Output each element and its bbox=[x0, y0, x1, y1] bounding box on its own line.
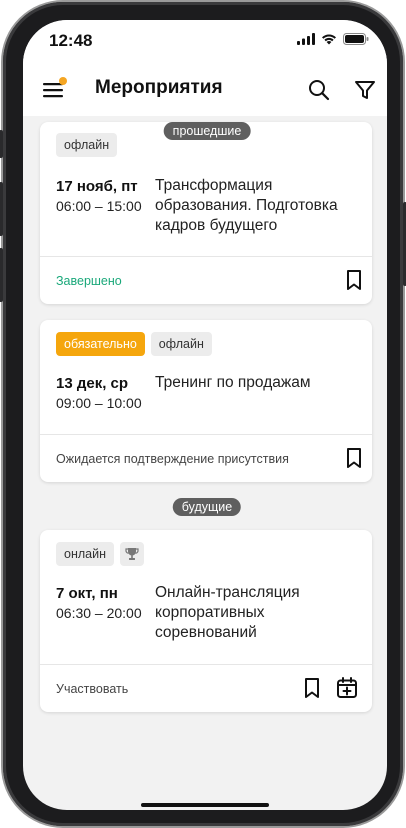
bookmark-button[interactable] bbox=[342, 268, 366, 292]
event-hours: 06:30 – 20:00 bbox=[56, 605, 142, 621]
event-hours: 06:00 – 15:00 bbox=[56, 198, 142, 214]
signal-icon bbox=[297, 33, 315, 45]
event-hours: 09:00 – 10:00 bbox=[56, 395, 142, 411]
bookmark-icon bbox=[347, 448, 361, 468]
mute-switch bbox=[0, 130, 3, 158]
bookmark-button[interactable] bbox=[300, 676, 324, 700]
event-date: 7 окт, пн bbox=[56, 585, 118, 602]
status-time: 12:48 bbox=[49, 31, 93, 50]
event-title[interactable]: Онлайн-трансляция корпоративных соревнов… bbox=[155, 583, 360, 643]
page-title: Мероприятия bbox=[95, 77, 223, 98]
event-status: Ожидается подтверждение присутствия bbox=[56, 452, 289, 466]
bookmark-icon bbox=[305, 678, 319, 698]
event-title[interactable]: Тренинг по продажам bbox=[155, 373, 360, 393]
tag-online: онлайн bbox=[56, 542, 114, 566]
volume-down-button bbox=[0, 248, 3, 302]
event-tags: обязательно офлайн bbox=[56, 332, 212, 356]
event-card[interactable]: обязательно офлайн 13 дек, ср 09:00 – 10… bbox=[40, 320, 372, 482]
home-indicator[interactable] bbox=[141, 803, 269, 807]
card-divider bbox=[40, 664, 372, 665]
notification-dot bbox=[59, 77, 67, 85]
participate-link[interactable]: Участвовать bbox=[56, 682, 128, 696]
event-status: Завершено bbox=[56, 274, 122, 288]
screen: 12:48 Мероприятия офлайн 17 нояб, пт 06:… bbox=[23, 20, 387, 810]
status-bar: 12:48 bbox=[23, 20, 387, 64]
tag-mandatory: обязательно bbox=[56, 332, 145, 356]
add-to-calendar-button[interactable] bbox=[335, 676, 359, 700]
card-divider bbox=[40, 256, 372, 257]
search-icon bbox=[309, 80, 330, 101]
event-card[interactable]: офлайн 17 нояб, пт 06:00 – 15:00 Трансфо… bbox=[40, 122, 372, 304]
event-tags: офлайн bbox=[56, 133, 118, 157]
tag-offline: офлайн bbox=[56, 133, 118, 157]
volume-up-button bbox=[0, 182, 3, 236]
tag-offline: офлайн bbox=[150, 332, 212, 356]
event-date: 13 дек, ср bbox=[56, 375, 129, 392]
trophy-badge bbox=[120, 542, 144, 566]
event-tags: онлайн bbox=[56, 542, 144, 566]
battery-icon bbox=[343, 33, 369, 45]
wifi-icon bbox=[322, 34, 336, 45]
filter-button[interactable] bbox=[353, 78, 377, 102]
calendar-add-icon bbox=[337, 677, 357, 698]
app-bar: Мероприятия bbox=[23, 64, 387, 116]
bookmark-icon bbox=[347, 270, 361, 290]
menu-button[interactable] bbox=[41, 77, 67, 102]
event-card[interactable]: онлайн 7 окт, пн 06:30 – 20:00 Онлайн-тр… bbox=[40, 530, 372, 712]
status-icons bbox=[297, 33, 369, 45]
trophy-icon bbox=[125, 548, 139, 560]
phone-frame: 12:48 Мероприятия офлайн 17 нояб, пт 06:… bbox=[0, 2, 406, 826]
filter-icon bbox=[355, 81, 375, 99]
section-label-past: прошедшие bbox=[163, 122, 251, 140]
card-divider bbox=[40, 434, 372, 435]
section-label-future: будущие bbox=[172, 498, 242, 516]
event-date: 17 нояб, пт bbox=[56, 178, 138, 195]
search-button[interactable] bbox=[307, 78, 331, 102]
event-title[interactable]: Трансформация образования. Подготовка ка… bbox=[155, 176, 360, 236]
bookmark-button[interactable] bbox=[342, 446, 366, 470]
